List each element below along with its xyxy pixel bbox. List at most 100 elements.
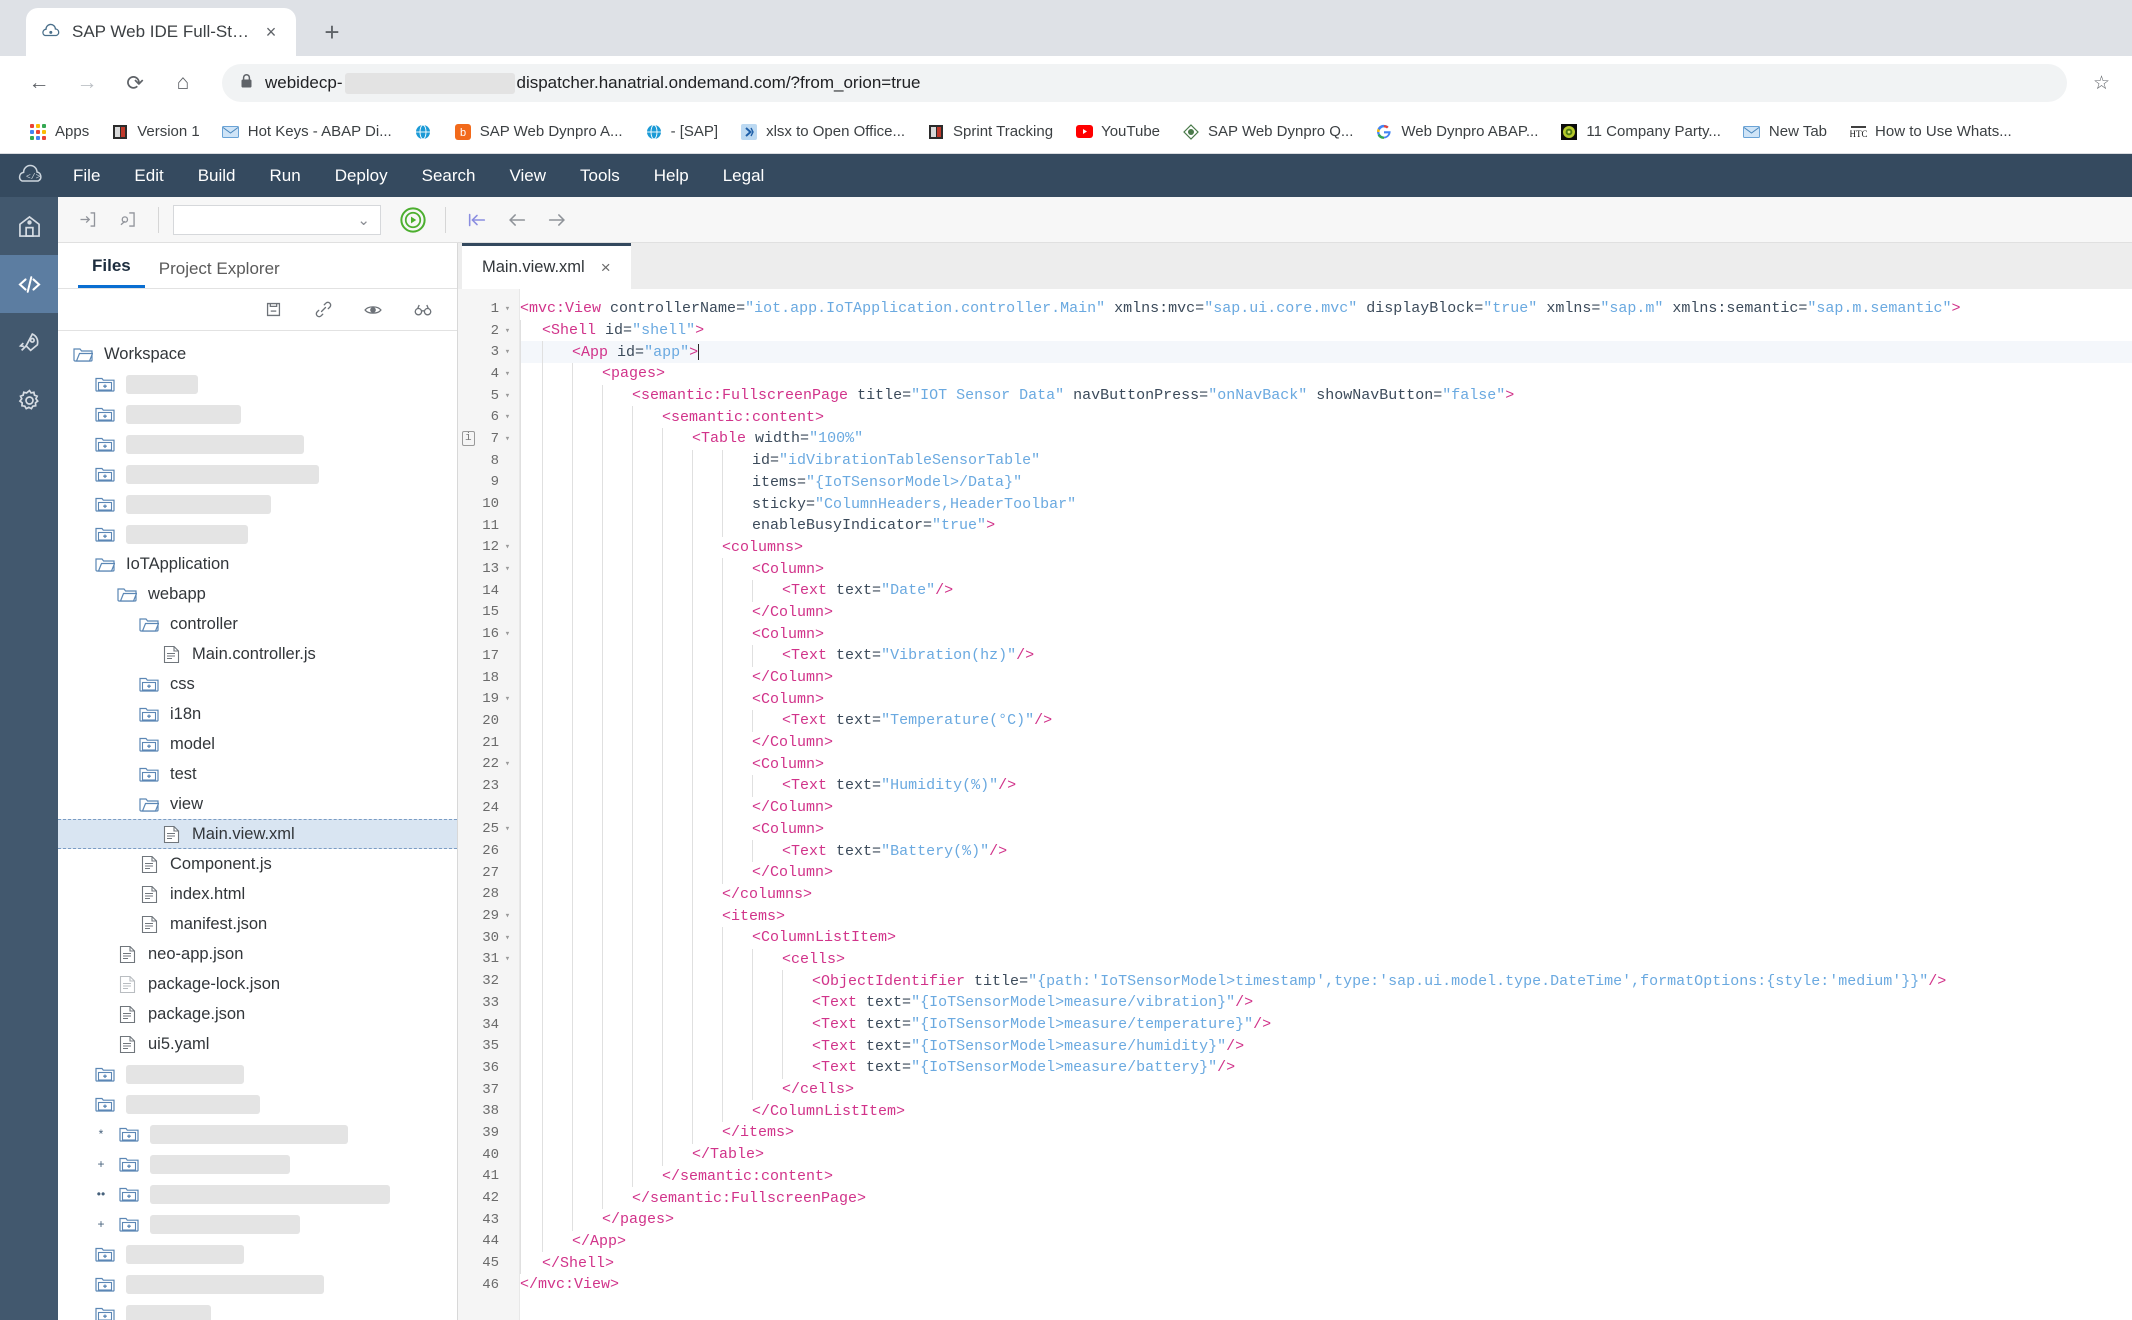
file-tree-item[interactable] xyxy=(58,1299,457,1320)
file-tree-item[interactable]: test xyxy=(58,759,457,789)
close-icon[interactable]: × xyxy=(260,21,282,43)
code-text-area[interactable]: <mvc:View controllerName="iot.app.IoTApp… xyxy=(520,289,2132,1320)
rail-rocket-icon[interactable] xyxy=(0,313,58,371)
file-tree-item[interactable]: + xyxy=(58,1209,457,1239)
bookmark-item[interactable]: Web Dynpro ABAP... xyxy=(1364,119,1549,145)
bookmark-item[interactable]: SAP Web Dynpro Q... xyxy=(1171,119,1364,145)
code-line[interactable]: </columns> xyxy=(520,884,2132,906)
fold-arrow-icon[interactable]: ▾ xyxy=(503,564,512,574)
code-line[interactable]: <Text text="Battery(%)"/> xyxy=(520,840,2132,862)
fold-arrow-icon[interactable]: ▾ xyxy=(503,911,512,921)
editor-tab[interactable]: Main.view.xml× xyxy=(462,243,631,289)
code-line[interactable]: </Column> xyxy=(520,797,2132,819)
navigate-back-icon[interactable] xyxy=(500,203,534,237)
code-line[interactable]: <ObjectIdentifier title="{path:'IoTSenso… xyxy=(520,970,2132,992)
code-line[interactable]: <Table width="100%" xyxy=(520,428,2132,450)
code-line[interactable]: <Shell id="shell"> xyxy=(520,320,2132,342)
file-tree-item[interactable]: package-lock.json xyxy=(58,969,457,999)
bookmark-item[interactable]: 11 Company Party... xyxy=(1549,119,1732,145)
file-tree-item[interactable]: model xyxy=(58,729,457,759)
file-tree[interactable]: WorkspaceIoTApplicationwebappcontrollerM… xyxy=(58,331,457,1320)
new-file-icon[interactable] xyxy=(261,298,285,322)
code-line[interactable]: </semantic:content> xyxy=(520,1166,2132,1188)
file-tree-item[interactable] xyxy=(58,369,457,399)
back-icon[interactable]: ← xyxy=(22,66,56,100)
editor-tab-close-icon[interactable]: × xyxy=(601,258,611,278)
code-line[interactable]: </Table> xyxy=(520,1144,2132,1166)
fold-arrow-icon[interactable]: ▾ xyxy=(503,304,512,314)
fold-arrow-icon[interactable]: ▾ xyxy=(503,391,512,401)
file-tree-item[interactable]: package.json xyxy=(58,999,457,1029)
code-line[interactable]: enableBusyIndicator="true"> xyxy=(520,515,2132,537)
preview-eye-icon[interactable] xyxy=(361,298,385,322)
code-line[interactable]: <ColumnListItem> xyxy=(520,927,2132,949)
file-tree-item[interactable]: Workspace xyxy=(58,339,457,369)
file-tree-item-selected[interactable]: Main.view.xml xyxy=(58,819,457,849)
file-tree-item[interactable]: css xyxy=(58,669,457,699)
code-line[interactable]: <Text text="{IoTSensorModel>measure/vibr… xyxy=(520,992,2132,1014)
code-line[interactable]: </Shell> xyxy=(520,1252,2132,1274)
reload-icon[interactable]: ⟳ xyxy=(118,66,152,100)
back-to-start-icon[interactable] xyxy=(460,203,494,237)
bookmark-item[interactable]: - [SAP] xyxy=(634,119,730,145)
code-line[interactable]: <pages> xyxy=(520,363,2132,385)
code-line[interactable]: items="{IoTSensorModel>/Data}" xyxy=(520,472,2132,494)
file-tree-item[interactable]: + xyxy=(58,1149,457,1179)
rail-gear-icon[interactable] xyxy=(0,371,58,429)
code-line[interactable]: <Text text="{IoTSensorModel>measure/batt… xyxy=(520,1057,2132,1079)
export-icon[interactable] xyxy=(110,203,144,237)
menu-item-build[interactable]: Build xyxy=(181,154,253,197)
run-play-icon[interactable] xyxy=(395,202,431,238)
file-tree-item[interactable]: neo-app.json xyxy=(58,939,457,969)
explorer-tab-project-explorer[interactable]: Project Explorer xyxy=(145,259,294,288)
code-line[interactable]: <mvc:View controllerName="iot.app.IoTApp… xyxy=(520,298,2132,320)
menu-item-view[interactable]: View xyxy=(493,154,564,197)
explorer-tab-files[interactable]: Files xyxy=(78,256,145,288)
code-line[interactable]: </ColumnListItem> xyxy=(520,1100,2132,1122)
code-line[interactable]: <Text text="{IoTSensorModel>measure/temp… xyxy=(520,1014,2132,1036)
file-tree-item[interactable]: Main.controller.js xyxy=(58,639,457,669)
file-tree-item[interactable] xyxy=(58,1269,457,1299)
search-binoculars-icon[interactable] xyxy=(411,298,435,322)
code-line[interactable]: </App> xyxy=(520,1231,2132,1253)
code-line[interactable]: <cells> xyxy=(520,949,2132,971)
fold-arrow-icon[interactable]: ▾ xyxy=(503,434,512,444)
file-tree-item[interactable]: controller xyxy=(58,609,457,639)
code-line[interactable]: <columns> xyxy=(520,537,2132,559)
code-line[interactable]: <Column> xyxy=(520,753,2132,775)
file-tree-item[interactable] xyxy=(58,399,457,429)
code-line[interactable]: <semantic:FullscreenPage title="IOT Sens… xyxy=(520,385,2132,407)
code-line[interactable]: </Column> xyxy=(520,862,2132,884)
forward-icon[interactable]: → xyxy=(70,66,104,100)
code-line[interactable]: <Text text="Temperature(°C)"/> xyxy=(520,710,2132,732)
code-line[interactable]: <Text text="{IoTSensorModel>measure/humi… xyxy=(520,1035,2132,1057)
menu-item-search[interactable]: Search xyxy=(405,154,493,197)
code-line[interactable]: <Text text="Vibration(hz)"/> xyxy=(520,645,2132,667)
menu-item-help[interactable]: Help xyxy=(637,154,706,197)
code-line[interactable]: sticky="ColumnHeaders,HeaderToolbar" xyxy=(520,493,2132,515)
file-tree-item[interactable]: ui5.yaml xyxy=(58,1029,457,1059)
bookmark-item[interactable]: Sprint Tracking xyxy=(916,119,1064,145)
bookmark-item[interactable]: xlsx to Open Office... xyxy=(729,119,916,145)
bookmark-marker-icon[interactable]: i xyxy=(462,431,475,446)
code-line[interactable]: </Column> xyxy=(520,732,2132,754)
menu-item-tools[interactable]: Tools xyxy=(563,154,637,197)
fold-arrow-icon[interactable]: ▾ xyxy=(503,824,512,834)
fold-arrow-icon[interactable]: ▾ xyxy=(503,759,512,769)
new-tab-button[interactable]: + xyxy=(310,10,354,54)
code-line[interactable]: <App id="app"> xyxy=(520,341,2132,363)
code-line[interactable]: </cells> xyxy=(520,1079,2132,1101)
menu-item-legal[interactable]: Legal xyxy=(706,154,782,197)
fold-arrow-icon[interactable]: ▾ xyxy=(503,629,512,639)
fold-arrow-icon[interactable]: ▾ xyxy=(503,933,512,943)
address-bar[interactable]: webidecp- dispatcher.hanatrial.ondemand.… xyxy=(222,64,2067,102)
file-tree-item[interactable] xyxy=(58,1059,457,1089)
file-tree-item[interactable]: index.html xyxy=(58,879,457,909)
fold-arrow-icon[interactable]: ▾ xyxy=(503,542,512,552)
browser-tab[interactable]: SAP Web IDE Full-Stack × xyxy=(26,8,296,56)
code-line[interactable]: </mvc:View> xyxy=(520,1274,2132,1296)
code-line[interactable]: </Column> xyxy=(520,667,2132,689)
bookmark-item[interactable]: YouTube xyxy=(1064,119,1171,145)
code-line[interactable]: </semantic:FullscreenPage> xyxy=(520,1187,2132,1209)
code-line[interactable]: </items> xyxy=(520,1122,2132,1144)
